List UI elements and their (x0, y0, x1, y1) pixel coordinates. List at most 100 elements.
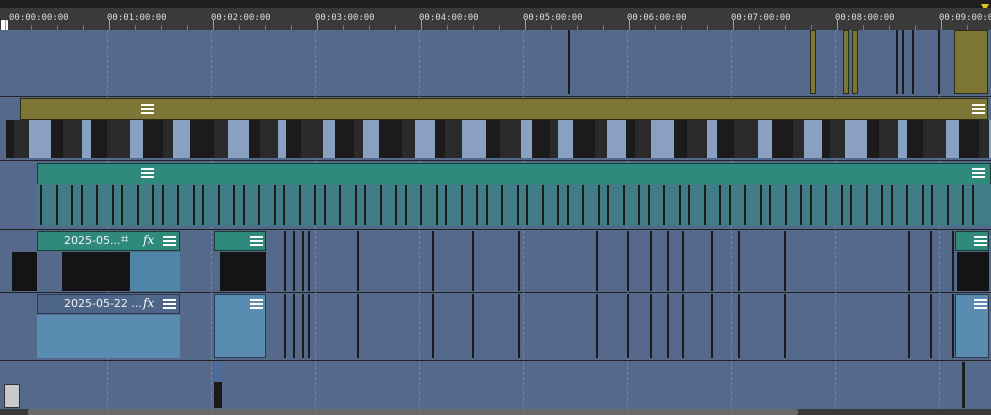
cut-marker (841, 185, 843, 225)
hamburger-menu-icon[interactable] (974, 298, 987, 310)
thumbnail (830, 120, 845, 158)
cut-marker (825, 185, 827, 225)
cut-marker (302, 231, 304, 291)
ruler-label: 00:01:00:00 (107, 13, 167, 23)
thumbnail (130, 120, 143, 158)
cut-marker (258, 185, 260, 225)
cut-marker (729, 185, 731, 225)
cut-marker (623, 185, 625, 225)
thumbnail (335, 120, 354, 158)
thumbnail (822, 120, 830, 158)
cut-marker (284, 231, 286, 291)
cut-marker (596, 231, 598, 291)
cut-marker (930, 294, 932, 358)
ruler-tick (213, 20, 214, 30)
hamburger-menu-icon[interactable] (250, 235, 263, 247)
cut-marker (962, 185, 964, 225)
thumbnail (979, 120, 989, 158)
top-strip (0, 0, 991, 8)
clip[interactable] (214, 362, 222, 382)
cut-marker (810, 185, 812, 225)
thumbnail (107, 120, 130, 158)
hamburger-menu-icon[interactable] (141, 167, 154, 179)
cut-marker (648, 185, 650, 225)
thumbnail (573, 120, 595, 158)
time-ruler[interactable]: 00:00:00:00 00:01:00:00 00:02:00:00 00:0… (0, 8, 991, 33)
cut-marker (891, 185, 893, 225)
thumbnail (173, 120, 190, 158)
thumbnail (845, 120, 867, 158)
thumbnail (6, 120, 14, 158)
cut-marker (760, 185, 762, 225)
cut-marker (308, 231, 310, 291)
cut-marker (908, 231, 910, 291)
hamburger-menu-icon[interactable] (974, 235, 987, 247)
cut-marker (866, 185, 868, 225)
cut-marker (784, 231, 786, 291)
audio-waveform (37, 315, 180, 358)
cut-marker (650, 294, 652, 358)
hamburger-menu-icon[interactable] (163, 298, 176, 310)
cut-marker (518, 231, 520, 291)
cut-marker (283, 185, 285, 225)
fx-icon[interactable]: fx (143, 296, 154, 310)
cut-marker (137, 185, 139, 225)
video-frame (957, 252, 989, 291)
cut-marker (542, 185, 544, 225)
cut-marker (682, 294, 684, 358)
clip[interactable] (843, 30, 849, 94)
thumbnail (63, 120, 82, 158)
cut-marker (461, 185, 463, 225)
clip[interactable] (852, 30, 858, 94)
ruler-tick (941, 20, 942, 30)
cut-marker (582, 185, 584, 225)
ruler-label: 00:06:00:00 (627, 13, 687, 23)
hamburger-menu-icon[interactable] (141, 103, 154, 115)
cut-marker (476, 185, 478, 225)
thumbnail (500, 120, 521, 158)
video-frame (220, 252, 266, 291)
thumbnail (550, 120, 558, 158)
crop-icon[interactable]: ⌗ (121, 232, 128, 247)
cut-marker (931, 185, 933, 225)
audio-clip-header[interactable] (37, 163, 991, 185)
cut-marker (650, 231, 652, 291)
cut-marker (908, 294, 910, 358)
ruler-label: 00:04:00:00 (419, 13, 479, 23)
cut-marker (688, 185, 690, 225)
cut-marker (293, 231, 295, 291)
thumbnail (674, 120, 687, 158)
cut-marker (96, 185, 98, 225)
thumbnail (626, 120, 635, 158)
thumbnail (879, 120, 898, 158)
hamburger-menu-icon[interactable] (163, 235, 176, 247)
ruler-label: 00:08:00:00 (835, 13, 895, 23)
cut-marker (663, 185, 665, 225)
cut-marker (906, 185, 908, 225)
timeline-panel[interactable]: 00:00:00:00 00:01:00:00 00:02:00:00 00:0… (0, 0, 991, 415)
cut-marker (667, 231, 669, 291)
video-clip-header[interactable] (20, 98, 988, 120)
ruler-tick (733, 20, 734, 30)
cut-marker (952, 231, 954, 291)
thumbnail (651, 120, 674, 158)
fx-icon[interactable]: fx (143, 233, 154, 247)
clip[interactable] (810, 30, 816, 94)
cut-marker (284, 294, 286, 358)
cut-marker (302, 294, 304, 358)
scrollbar-thumb[interactable] (28, 409, 798, 415)
thumbnail (402, 120, 415, 158)
cut-marker (357, 294, 359, 358)
hamburger-menu-icon[interactable] (972, 103, 985, 115)
cut-marker (56, 185, 58, 225)
hamburger-menu-icon[interactable] (972, 167, 985, 179)
cut-marker (607, 185, 609, 225)
cut-marker (667, 294, 669, 358)
thumbnail (354, 120, 363, 158)
cut-marker (938, 30, 940, 94)
track-6[interactable] (0, 361, 991, 410)
cut-marker (881, 185, 883, 225)
clip[interactable] (4, 384, 20, 408)
clip[interactable] (954, 30, 988, 94)
hamburger-menu-icon[interactable] (250, 298, 263, 310)
